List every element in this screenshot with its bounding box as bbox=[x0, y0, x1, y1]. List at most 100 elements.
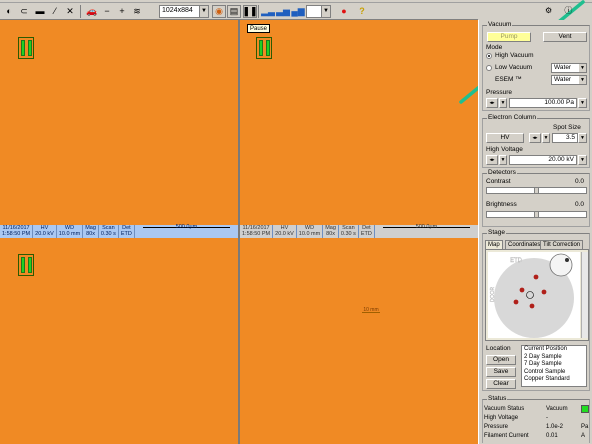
monitor-icon[interactable]: ▬ bbox=[33, 5, 47, 18]
status-title: Status bbox=[487, 395, 508, 402]
list-item[interactable]: Control Sample bbox=[524, 369, 584, 377]
scan-icon[interactable]: ≋ bbox=[130, 5, 144, 18]
list-item[interactable]: 2 Day Sample bbox=[524, 354, 584, 362]
toolbar: ◐ ⊂ ▬ ⁄ ✕ 🚗 − + ≋ 1024x884 ▼ ◉ ▤ ❚❚ ▂▃ ▃… bbox=[0, 3, 478, 20]
record-image-icon[interactable]: ▤ bbox=[227, 5, 241, 18]
filter-3-icon[interactable]: ▄▆ bbox=[291, 5, 305, 18]
help-icon[interactable]: ? bbox=[355, 5, 369, 18]
low-vacuum-label: Low Vacuum bbox=[495, 64, 533, 71]
low-vacuum-radio[interactable] bbox=[486, 65, 492, 71]
hv-button[interactable]: HV bbox=[486, 133, 524, 143]
vacuum-group: Vacuum Pump Vent Mode High Vacuum Low Va… bbox=[482, 21, 590, 111]
databar-det: Det ETD bbox=[119, 225, 135, 238]
electron-column-title: Electron Column bbox=[487, 114, 538, 121]
scale-bar: 500.0µm bbox=[135, 224, 238, 238]
toolbar-separator bbox=[258, 5, 259, 18]
databar-quadrant-1: 11/16/2017 1:58:50 PM HV 20.0 kV WD 10.0 mm… bbox=[0, 224, 238, 238]
zoom-in-icon[interactable]: + bbox=[115, 5, 129, 18]
high-voltage-label: High Voltage bbox=[486, 146, 523, 153]
list-item[interactable]: 7 Day Sample bbox=[524, 361, 584, 369]
pressure-menu-button[interactable]: ▼ bbox=[578, 98, 587, 108]
stage-map[interactable]: ETD DOOR bbox=[488, 252, 580, 338]
open-button[interactable]: Open bbox=[486, 355, 516, 365]
databar-datetime: 11/16/2017 1:58:50 PM bbox=[0, 225, 34, 238]
tab-coordinates[interactable]: Coordinates bbox=[505, 240, 544, 249]
paused-indicator bbox=[256, 37, 272, 59]
tab-map[interactable]: Map bbox=[485, 240, 503, 249]
pressure-title: Pressure bbox=[486, 89, 513, 96]
paused-indicator bbox=[18, 37, 34, 59]
tools-icon[interactable]: ✕ bbox=[63, 5, 77, 18]
location-label: Location bbox=[486, 345, 511, 352]
map-detector-label: ETD bbox=[510, 258, 523, 264]
mode-title: Mode bbox=[486, 44, 503, 51]
hv-dropdown-button[interactable]: ▼ bbox=[499, 155, 507, 165]
brightness-slider[interactable] bbox=[486, 211, 587, 218]
image-quadrant-1[interactable] bbox=[0, 20, 238, 225]
resolution-select[interactable]: 1024x884 ▼ bbox=[159, 5, 209, 18]
map-door-label: DOOR bbox=[490, 287, 496, 302]
save-button[interactable]: Save bbox=[486, 367, 516, 377]
clear-button[interactable]: Clear bbox=[486, 379, 516, 389]
scale-bar: 500.0µm bbox=[375, 224, 478, 238]
settings-icon[interactable]: ⚙ bbox=[545, 6, 552, 15]
list-item[interactable]: Current Position bbox=[524, 346, 584, 354]
gas-select-2[interactable]: Water ▼ bbox=[551, 75, 587, 85]
pressure-arrows-button[interactable]: ◂▸ bbox=[486, 98, 498, 108]
info-icon[interactable]: ⓘ bbox=[564, 6, 572, 15]
paused-indicator bbox=[18, 254, 34, 276]
databar-det: Det ETD bbox=[359, 225, 375, 238]
contrast-slider-thumb[interactable] bbox=[533, 187, 539, 194]
filter-select[interactable]: ▼ bbox=[306, 5, 331, 18]
vehicle-icon[interactable]: 🚗 bbox=[85, 5, 99, 18]
zoom-out-icon[interactable]: − bbox=[100, 5, 114, 18]
status-row: Pressure 1.0e-2 Pa bbox=[484, 424, 589, 430]
beam-icon[interactable]: ◐ bbox=[2, 5, 16, 18]
spot-size-field[interactable]: 3.5 bbox=[552, 133, 578, 143]
control-panel: ⚙ ⓘ Vacuum Pump Vent Mode High Vacuum Lo… bbox=[478, 6, 592, 444]
map-scrollbar[interactable] bbox=[581, 252, 588, 338]
databar-wd: WD 10.0 mm bbox=[57, 225, 84, 238]
magnet-icon[interactable]: ⊂ bbox=[17, 5, 31, 18]
pump-button[interactable]: Pump bbox=[487, 32, 531, 42]
image-quadrant-2[interactable] bbox=[240, 20, 478, 225]
pause-button[interactable]: ❚❚ bbox=[242, 5, 258, 18]
chevron-down-icon: ▼ bbox=[321, 6, 330, 17]
chevron-down-icon: ▼ bbox=[579, 64, 586, 72]
high-voltage-field[interactable]: 20.00 kV bbox=[509, 155, 577, 165]
quadrant-divider bbox=[238, 20, 240, 444]
image-quadrant-3[interactable] bbox=[0, 238, 238, 444]
detectors-title: Detectors bbox=[487, 169, 517, 176]
spot-menu-button[interactable]: ▼ bbox=[578, 133, 587, 143]
list-item[interactable]: Copper Standard bbox=[524, 376, 584, 384]
hv-arrows-button[interactable]: ◂▸ bbox=[486, 155, 498, 165]
spot-arrows-button[interactable]: ◂▸ bbox=[529, 133, 541, 143]
high-vacuum-radio[interactable] bbox=[486, 53, 492, 59]
chevron-down-icon: ▼ bbox=[199, 6, 208, 17]
status-row: Filament Current 0.01 A bbox=[484, 433, 586, 439]
stage-title: Stage bbox=[487, 229, 506, 236]
status-row: High Voltage - bbox=[484, 415, 548, 421]
vacuum-status-indicator bbox=[581, 405, 589, 413]
status-row: Vacuum Status Vacuum bbox=[484, 405, 589, 413]
pressure-field[interactable]: 100.00 Pa bbox=[509, 98, 577, 108]
wand-icon[interactable]: ⁄ bbox=[48, 5, 62, 18]
brightness-slider-thumb[interactable] bbox=[533, 211, 539, 218]
pressure-dropdown-button[interactable]: ▼ bbox=[499, 98, 507, 108]
gas-select-1[interactable]: Water ▼ bbox=[551, 63, 587, 73]
panel-top-icons: ⚙ ⓘ bbox=[545, 5, 589, 18]
filter-2-icon[interactable]: ▃▅ bbox=[276, 5, 290, 18]
databar-scan: Scan 0.30 s bbox=[339, 225, 359, 238]
hv-menu-button[interactable]: ▼ bbox=[578, 155, 587, 165]
spot-dropdown-button[interactable]: ▼ bbox=[542, 133, 550, 143]
filter-1-icon[interactable]: ▂▃ bbox=[261, 5, 275, 18]
image-quadrant-4[interactable]: 10 mm bbox=[240, 238, 478, 444]
location-list[interactable]: Current Position 2 Day Sample 7 Day Samp… bbox=[521, 345, 587, 387]
esem-label: ESEM ™ bbox=[495, 76, 522, 83]
vent-button[interactable]: Vent bbox=[543, 32, 587, 42]
record-icon[interactable]: ● bbox=[337, 5, 351, 18]
contrast-slider[interactable] bbox=[486, 187, 587, 194]
quad4-scale-label: 10 mm bbox=[362, 307, 380, 313]
tab-tilt-correction[interactable]: Tilt Correction bbox=[540, 240, 584, 249]
snapshot-icon[interactable]: ◉ bbox=[212, 5, 226, 18]
